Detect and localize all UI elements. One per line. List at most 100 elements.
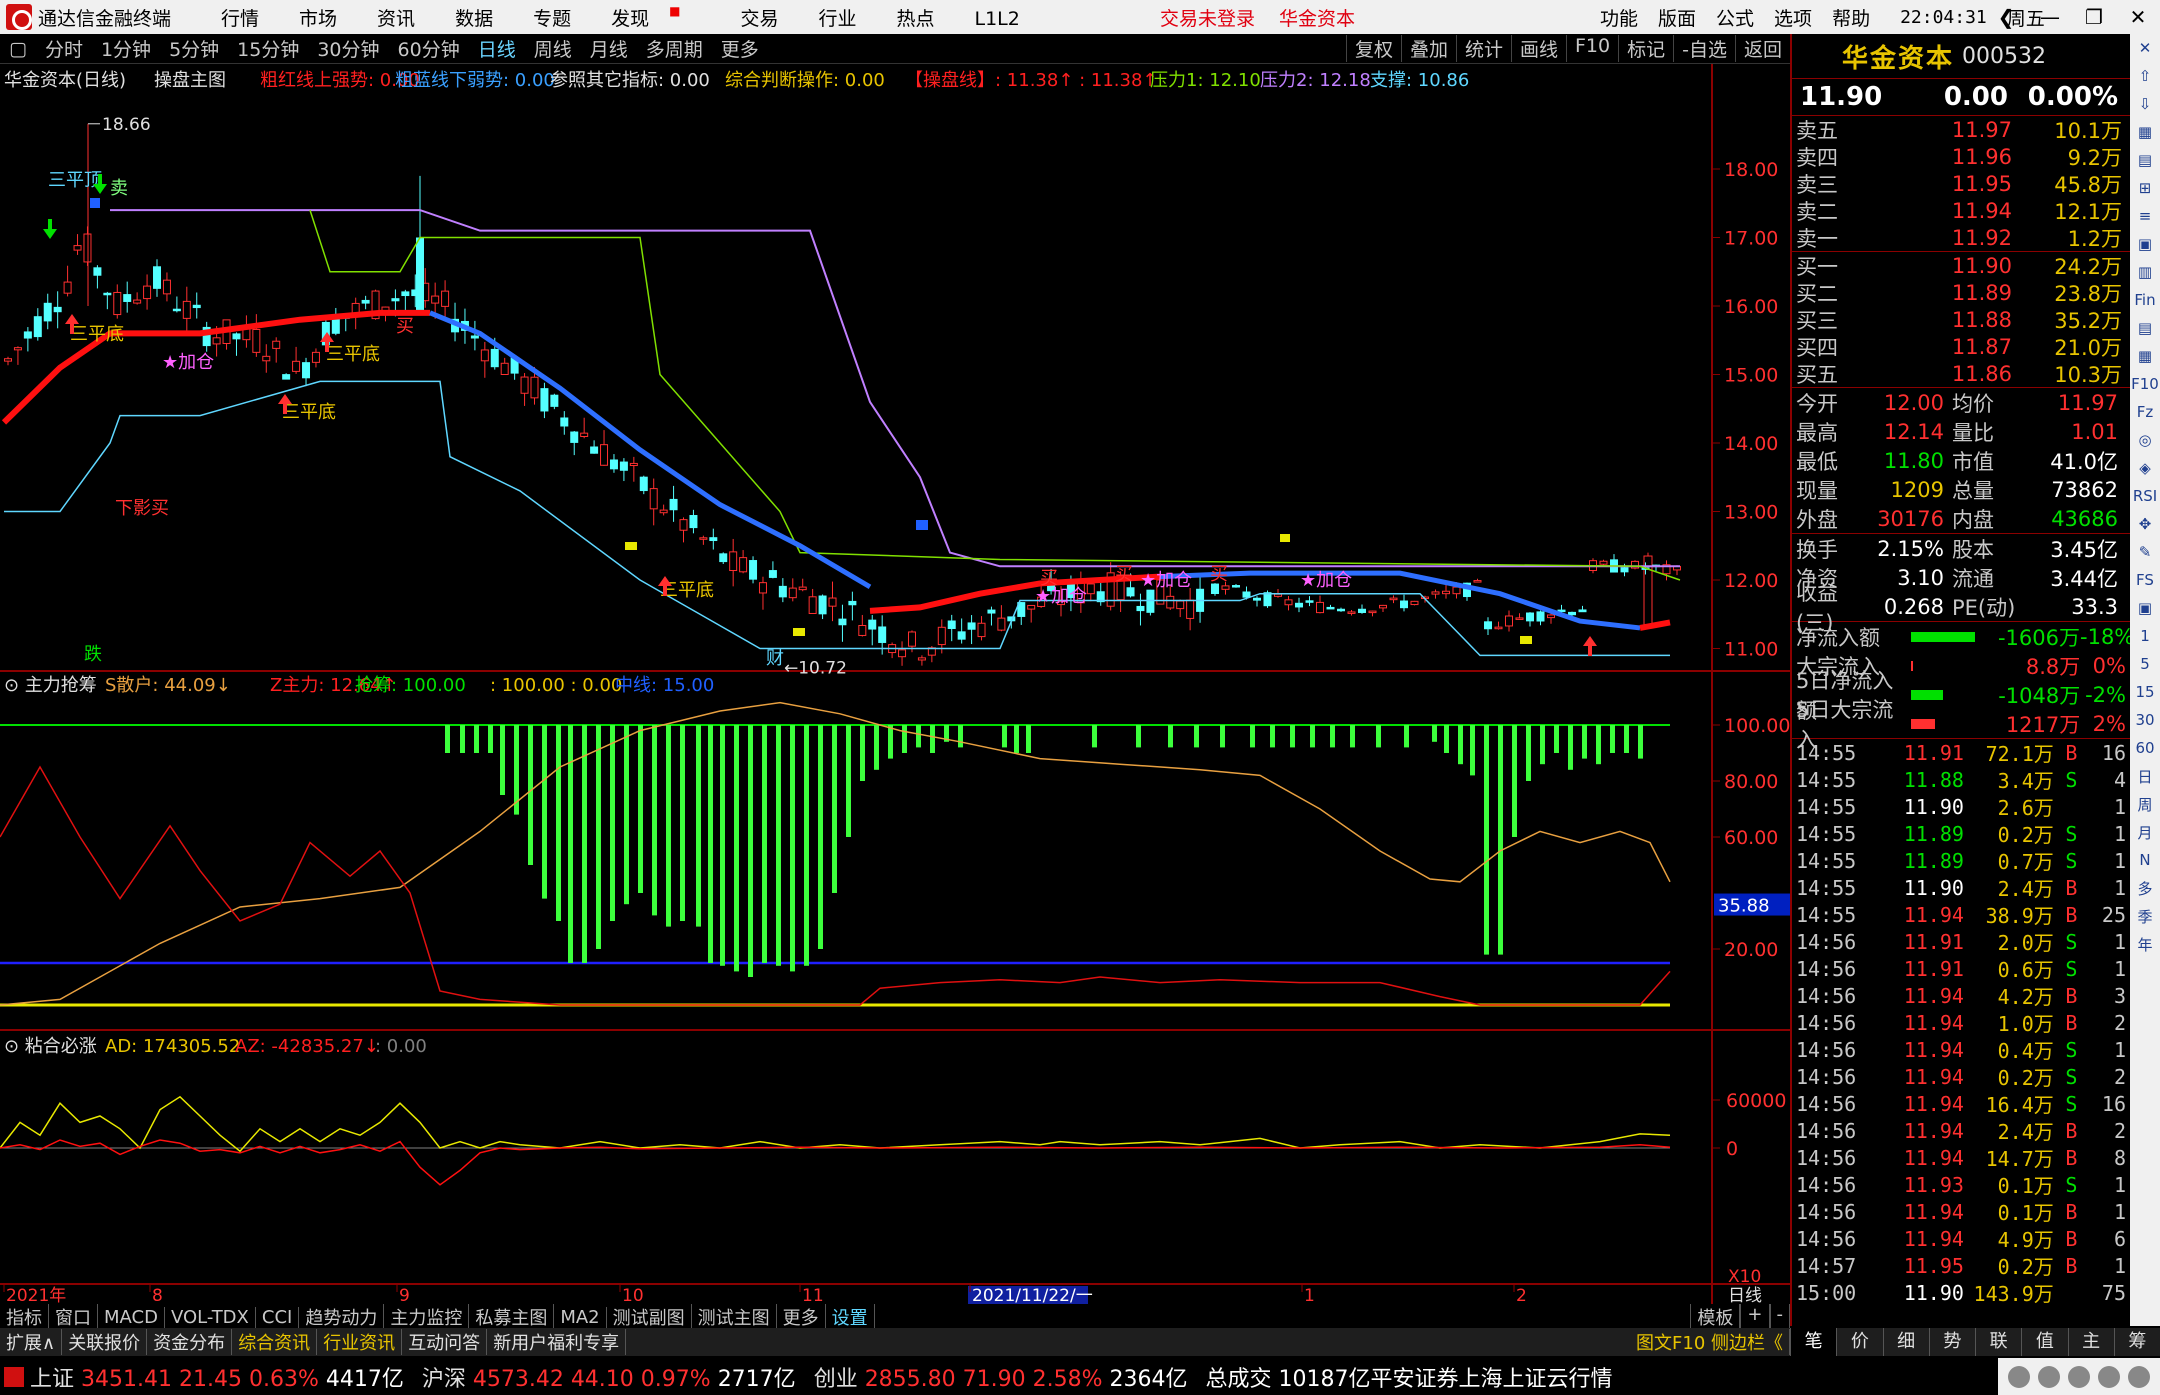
tray-icon[interactable] [2008, 1365, 2030, 1388]
quote-tab-5[interactable]: 值 [2021, 1328, 2067, 1356]
sidebar-tool-icon[interactable]: ⊞ [2130, 174, 2160, 202]
bid-row[interactable]: 买一 11.90 24.2万 [1792, 252, 2130, 279]
info-tab-0[interactable]: 扩展∧ [0, 1329, 63, 1355]
menu-item-2[interactable]: 资讯 [377, 4, 415, 31]
indicator-tab-4[interactable]: CCI [256, 1306, 300, 1328]
menu-item-6[interactable]: 交易 [740, 4, 778, 31]
menu-item-0[interactable]: 行情 [221, 4, 259, 31]
kline-chart[interactable]: 华金资本(日线) 操盘主图 粗红线上强势: 0.00粗蓝线下弱势: 0.00参照其它… [0, 64, 1790, 1304]
sidebar-period-9[interactable]: 多 [2130, 874, 2160, 902]
sidebar-tool-icon[interactable]: ✎ [2130, 538, 2160, 566]
period-tab-3[interactable]: 15分钟 [228, 35, 308, 62]
info-tab-5[interactable]: 互动问答 [402, 1329, 488, 1355]
toolbar-btn-4[interactable]: F10 [1566, 35, 1618, 62]
menu-item-9[interactable]: L1L2 [975, 8, 1020, 30]
template-btn-0[interactable]: 模板 [1690, 1304, 1741, 1330]
tray-icon[interactable] [2128, 1365, 2150, 1388]
sidebar-period-10[interactable]: 季 [2130, 902, 2160, 930]
toolbar-btn-5[interactable]: 标记 [1618, 35, 1673, 62]
indicator-tab-1[interactable]: 窗口 [49, 1304, 98, 1330]
bid-row[interactable]: 买二 11.89 23.8万 [1792, 279, 2130, 306]
tray-icon[interactable] [2098, 1365, 2120, 1388]
sidebar-tool-icon[interactable]: RSI [2130, 482, 2160, 510]
toolbar-btn-0[interactable]: 复权 [1345, 35, 1401, 62]
period-tab-8[interactable]: 月线 [581, 35, 637, 62]
info-tab-1[interactable]: 关联报价 [62, 1329, 148, 1355]
indicator-tab-2[interactable]: MACD [98, 1306, 165, 1328]
menu-item-5[interactable]: 发现 ■ [611, 4, 700, 31]
bid-row[interactable]: 买三 11.88 35.2万 [1792, 306, 2130, 333]
quote-tab-4[interactable]: 联 [1975, 1328, 2021, 1356]
sidebar-tool-icon[interactable]: ▤ [2130, 146, 2160, 174]
sidebar-period-8[interactable]: N [2130, 846, 2160, 874]
indicator-tab-9[interactable]: 测试副图 [607, 1304, 692, 1330]
period-tab-4[interactable]: 30分钟 [308, 35, 388, 62]
sidebar-tool-icon[interactable]: ◈ [2130, 454, 2160, 482]
minimize-icon[interactable]: — [2028, 0, 2072, 34]
menu-item-7[interactable]: 行业 [818, 4, 856, 31]
tray-icon[interactable] [2068, 1365, 2090, 1388]
sidebar-period-6[interactable]: 周 [2130, 790, 2160, 818]
index-quote[interactable]: 创业 2855.80 71.90 2.58% 2364亿 [814, 1361, 1188, 1393]
sidebar-tool-icon[interactable]: ⇩ [2130, 90, 2160, 118]
chart-template-name[interactable]: 操盘主图 [154, 70, 226, 91]
info-tab-6[interactable]: 新用户福利专享 [487, 1329, 627, 1355]
ask-row[interactable]: 卖二 11.94 12.1万 [1792, 197, 2130, 224]
toolbar-btn-3[interactable]: 画线 [1510, 35, 1566, 62]
index-quote[interactable]: 上证 3451.41 21.45 0.63% 4417亿 [30, 1361, 404, 1393]
quote-tab-0[interactable]: 笔 [1790, 1328, 1837, 1356]
sidebar-tool-icon[interactable]: ▣ [2130, 230, 2160, 258]
period-tab-7[interactable]: 周线 [525, 35, 581, 62]
period-tab-5[interactable]: 60分钟 [389, 35, 469, 62]
period-tab-10[interactable]: 更多 [712, 35, 768, 62]
sidebar-tool-icon[interactable]: F10 [2130, 370, 2160, 398]
center-item-1[interactable]: 华金资本 [1279, 8, 1355, 30]
ask-row[interactable]: 卖一 11.92 1.2万 [1792, 224, 2130, 251]
sidebar-tool-icon[interactable]: ≡ [2130, 202, 2160, 230]
sidebar-tool-icon[interactable]: ▣ [2130, 594, 2160, 622]
menu-item-3[interactable]: 数据 [455, 4, 493, 31]
ask-row[interactable]: 卖四 11.96 9.2万 [1792, 143, 2130, 170]
back-icon[interactable]: ❮ [1984, 0, 2028, 34]
info-tab-4[interactable]: 行业资讯 [317, 1329, 403, 1355]
sidebar-period-4[interactable]: 60 [2130, 734, 2160, 762]
period-tab-1[interactable]: 1分钟 [92, 35, 160, 62]
sidebar-tool-icon[interactable]: ⇧ [2130, 62, 2160, 90]
sidebar-tool-icon[interactable]: ▥ [2130, 258, 2160, 286]
sidebar-tool-icon[interactable]: ◎ [2130, 426, 2160, 454]
sidebar-period-7[interactable]: 月 [2130, 818, 2160, 846]
ask-row[interactable]: 卖五 11.97 10.1万 [1792, 116, 2130, 143]
period-tab-2[interactable]: 5分钟 [160, 35, 228, 62]
menu-item-1[interactable]: 市场 [299, 4, 337, 31]
template-btn-2[interactable]: - [1769, 1304, 1790, 1330]
indicator-tab-11[interactable]: 更多 [777, 1304, 826, 1330]
toolbar-btn-6[interactable]: -自选 [1673, 35, 1735, 62]
close-icon[interactable]: ✕ [2116, 0, 2160, 34]
right-menu-item-4[interactable]: 帮助 [1832, 8, 1870, 30]
index-quote[interactable]: 沪深 4573.42 44.10 0.97% 2717亿 [422, 1361, 796, 1393]
period-tab-9[interactable]: 多周期 [637, 35, 712, 62]
indicator-tab-8[interactable]: MA2 [554, 1306, 607, 1328]
ask-row[interactable]: 卖三 11.95 45.8万 [1792, 170, 2130, 197]
right-menu-item-2[interactable]: 公式 [1716, 8, 1754, 30]
sidebar-tool-icon[interactable]: ▦ [2130, 342, 2160, 370]
tray-icon[interactable] [2038, 1365, 2060, 1388]
period-tab-6[interactable]: 日线 [469, 35, 525, 62]
toolbar-btn-1[interactable]: 叠加 [1400, 35, 1456, 62]
sidebar-tool-icon[interactable]: ✕ [2130, 34, 2160, 62]
quote-tab-6[interactable]: 主 [2067, 1328, 2114, 1356]
template-btn-1[interactable]: + [1740, 1304, 1770, 1330]
period-tab-0[interactable]: 分时 [36, 35, 92, 62]
info-tab-3[interactable]: 综合资讯 [232, 1329, 318, 1355]
right-menu-item-3[interactable]: 选项 [1774, 8, 1812, 30]
indicator-tab-5[interactable]: 趋势动力 [299, 1304, 385, 1330]
sidebar-period-2[interactable]: 15 [2130, 678, 2160, 706]
restore-icon[interactable]: ❐ [2072, 0, 2116, 34]
bid-row[interactable]: 买五 11.86 10.3万 [1792, 360, 2130, 387]
sidebar-toggle[interactable]: 图文F10 侧边栏《 [1630, 1329, 1790, 1355]
quote-tab-3[interactable]: 势 [1928, 1328, 1975, 1356]
quote-tab-1[interactable]: 价 [1836, 1328, 1882, 1356]
sidebar-tool-icon[interactable]: FS [2130, 566, 2160, 594]
bid-row[interactable]: 买四 11.87 21.0万 [1792, 333, 2130, 360]
menu-item-4[interactable]: 专题 [533, 4, 571, 31]
